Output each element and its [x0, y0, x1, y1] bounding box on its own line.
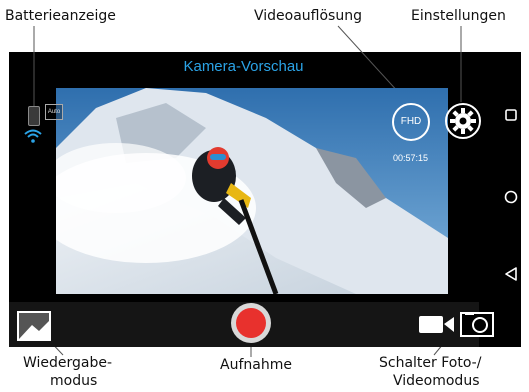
- record-button[interactable]: [231, 303, 271, 343]
- photo-camera-icon: [460, 312, 494, 337]
- recording-time: 00:57:15: [393, 153, 429, 163]
- gear-icon[interactable]: [444, 102, 482, 140]
- battery-icon: [28, 106, 40, 126]
- camera-preview: [56, 88, 448, 294]
- gallery-thumbnail: [19, 321, 49, 339]
- back-icon[interactable]: [505, 267, 518, 281]
- callout-battery: Batterieanzeige: [5, 8, 116, 24]
- callout-switch-line2: Videomodus: [393, 373, 480, 389]
- wifi-icon: [24, 129, 42, 143]
- page-title: Kamera-Vorschau: [183, 58, 304, 75]
- callout-switch-line1: Schalter Foto-/: [379, 355, 482, 371]
- recent-apps-icon[interactable]: [505, 109, 517, 121]
- callout-settings: Einstellungen: [411, 8, 506, 24]
- home-icon[interactable]: [504, 190, 518, 204]
- callout-resolution: Videoauflösung: [254, 8, 362, 24]
- callout-record: Aufnahme: [220, 357, 292, 373]
- resolution-button[interactable]: FHD: [392, 103, 430, 141]
- auto-badge: Auto: [45, 104, 63, 120]
- record-dot: [236, 308, 266, 338]
- video-camera-icon[interactable]: [418, 312, 496, 338]
- callout-playback-line2: modus: [50, 373, 98, 389]
- callout-playback-line1: Wiedergabe-: [23, 355, 113, 371]
- preview-image: [56, 88, 448, 294]
- gallery-icon[interactable]: [17, 311, 51, 341]
